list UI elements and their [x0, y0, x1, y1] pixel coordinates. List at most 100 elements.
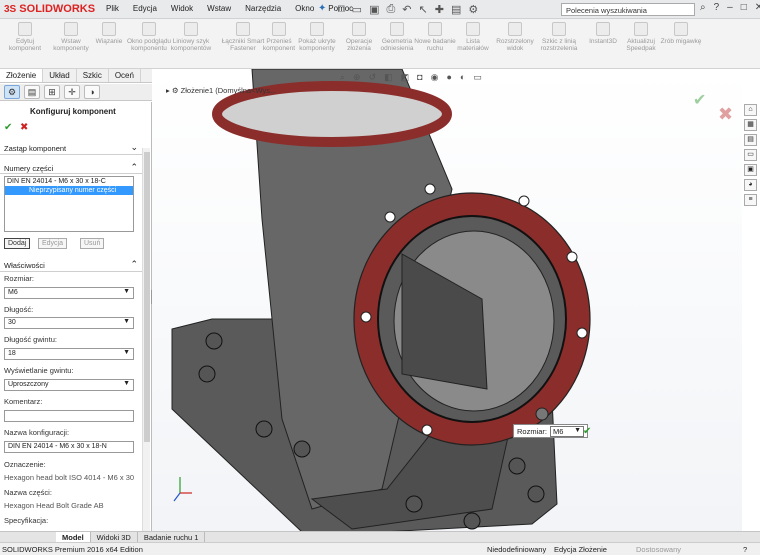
- open-icon[interactable]: ▭: [352, 3, 362, 16]
- section-view-icon[interactable]: ◧: [384, 72, 393, 83]
- menu-window[interactable]: Okno: [295, 4, 314, 13]
- appearances-icon[interactable]: ◕: [744, 179, 757, 191]
- zoom-area-icon[interactable]: ⊕: [353, 72, 361, 83]
- display-manager-icon[interactable]: ◑: [84, 85, 100, 99]
- replace-component-section[interactable]: Zastąp komponent ⌄: [0, 142, 142, 155]
- options-icon[interactable]: ⚙: [468, 3, 478, 16]
- pin-icon[interactable]: ✦: [318, 3, 326, 14]
- close-icon[interactable]: ✕: [755, 2, 760, 13]
- ribbon-button[interactable]: Pokaż ukryte komponenty: [294, 22, 340, 52]
- ribbon-button[interactable]: Okno podglądu komponentu: [126, 22, 172, 52]
- list-item-selected[interactable]: Nieprzypisany numer części: [5, 186, 133, 195]
- menu-edit[interactable]: Edycja: [133, 4, 157, 13]
- ribbon-command-icon: [428, 22, 442, 36]
- custom-properties-icon[interactable]: ≡: [744, 194, 757, 206]
- tab-evaluate[interactable]: Oceń: [109, 69, 141, 82]
- length-label: Długość:: [4, 305, 34, 314]
- configuration-manager-icon[interactable]: ⊞: [44, 85, 60, 99]
- scene-icon[interactable]: ◐: [460, 72, 465, 83]
- menu-file[interactable]: Plik: [106, 4, 119, 13]
- menu-view[interactable]: Widok: [171, 4, 193, 13]
- rebuild-icon[interactable]: ✚: [435, 3, 444, 16]
- comment-input[interactable]: [4, 410, 134, 422]
- ribbon-button-label: Instant3D: [589, 38, 617, 45]
- view-settings-icon[interactable]: ▭: [473, 72, 482, 83]
- confirm-corner-cancel-icon[interactable]: ✖: [718, 104, 733, 125]
- view-palette-icon[interactable]: ▣: [744, 164, 757, 176]
- tab-assembly[interactable]: Złożenie: [0, 69, 44, 82]
- properties-section[interactable]: Właściwości ⌃: [0, 259, 142, 272]
- quick-access-toolbar: □ ▭ ▣ ⎙ ↶ ↖ ✚ ▤ ⚙: [338, 3, 478, 16]
- title-bar: 3S SOLIDWORKS Plik Edycja Widok Wstaw Na…: [0, 0, 760, 19]
- delete-button[interactable]: Usuń: [80, 238, 105, 249]
- feature-manager-icon[interactable]: ⚙: [4, 85, 20, 99]
- scrollbar-thumb[interactable]: [144, 152, 150, 442]
- part-numbers-section[interactable]: Numery części ⌃: [0, 162, 142, 174]
- zoom-to-fit-icon[interactable]: ⌕: [340, 72, 345, 83]
- menu-insert[interactable]: Wstaw: [207, 4, 231, 13]
- tab-motion-study[interactable]: Badanie ruchu 1: [138, 532, 206, 542]
- list-item[interactable]: DIN EN 24014 - M6 x 30 x 18-C: [5, 177, 133, 186]
- home-icon[interactable]: ⌂: [744, 104, 757, 116]
- search-input[interactable]: Polecenia wyszukiwania: [561, 3, 695, 16]
- select-icon[interactable]: ↖: [419, 3, 428, 16]
- thread-display-dropdown[interactable]: Uproszczony ▼: [4, 379, 134, 391]
- tab-model[interactable]: Model: [56, 532, 91, 542]
- file-properties-icon[interactable]: ▤: [451, 3, 461, 16]
- display-style-icon[interactable]: ◘: [417, 72, 422, 83]
- new-icon[interactable]: □: [338, 3, 345, 16]
- ribbon-button[interactable]: Liniowy szyk komponentów: [168, 22, 214, 52]
- search-icon[interactable]: ⌕: [700, 2, 706, 13]
- feature-tree-flyout[interactable]: ▸ ⚙ Złożenie1 (Domyślna<Wys...: [166, 86, 276, 95]
- ribbon-button[interactable]: Edytuj komponent: [2, 22, 48, 52]
- callout-ok-icon[interactable]: ✔: [583, 426, 591, 437]
- edit-button[interactable]: Edycja: [38, 238, 68, 249]
- appearance-icon[interactable]: ●: [446, 72, 451, 83]
- help-icon[interactable]: ?: [743, 545, 747, 554]
- comment-label: Komentarz:: [4, 397, 43, 406]
- design-library-icon[interactable]: ▤: [744, 134, 757, 146]
- file-explorer-icon[interactable]: ▭: [744, 149, 757, 161]
- solidworks-logo[interactable]: 3S SOLIDWORKS: [4, 3, 95, 15]
- ribbon-button[interactable]: Szkic z linią rozstrzelenia: [536, 22, 582, 52]
- menu-tools[interactable]: Narzędzia: [245, 4, 281, 13]
- minimize-icon[interactable]: –: [727, 2, 733, 13]
- help-icon[interactable]: ?: [714, 2, 720, 13]
- property-manager-icon[interactable]: ▤: [24, 85, 40, 99]
- dimxpert-icon[interactable]: ✛: [64, 85, 80, 99]
- dropdown-arrow-icon: ▼: [123, 318, 130, 325]
- add-button[interactable]: Dodaj: [4, 238, 31, 249]
- length-dropdown[interactable]: 30 ▼: [4, 317, 134, 329]
- hide-show-icon[interactable]: ◉: [431, 72, 439, 83]
- ribbon-command-icon: [142, 22, 156, 36]
- resources-icon[interactable]: ▦: [744, 119, 757, 131]
- save-icon[interactable]: ▣: [369, 3, 379, 16]
- config-name-input[interactable]: DIN EN 24014 - M6 x 30 x 18-N: [4, 441, 134, 453]
- view-orientation-icon[interactable]: ◩: [401, 72, 410, 83]
- tab-3d-views[interactable]: Widoki 3D: [91, 532, 138, 542]
- thread-length-dropdown[interactable]: 18 ▼: [4, 348, 134, 360]
- confirm-corner-ok-icon[interactable]: ✔: [693, 90, 706, 110]
- print-icon[interactable]: ⎙: [386, 3, 395, 16]
- units-selector[interactable]: Dostosowany: [636, 545, 681, 554]
- ribbon-button-label: Pokaż ukryte komponenty: [298, 38, 336, 52]
- graphics-area[interactable]: [152, 69, 742, 532]
- ribbon-button[interactable]: Zrób migawkę: [658, 22, 704, 45]
- tab-sketch[interactable]: Szkic: [77, 69, 109, 82]
- cancel-icon[interactable]: ✖: [20, 122, 28, 133]
- ok-icon[interactable]: ✔: [4, 122, 12, 133]
- undo-icon[interactable]: ↶: [402, 3, 411, 16]
- ribbon-button-label: Szkic z linią rozstrzelenia: [540, 38, 578, 52]
- placed-bolt[interactable]: [535, 407, 549, 421]
- size-dropdown[interactable]: M6 ▼: [4, 287, 134, 299]
- ribbon-command-icon: [466, 22, 480, 36]
- tab-layout[interactable]: Układ: [43, 69, 77, 82]
- ribbon-button[interactable]: Lista materiałów: [450, 22, 496, 52]
- panel-scrollbar[interactable]: [142, 148, 150, 532]
- base-bolt: [198, 365, 216, 383]
- maximize-icon[interactable]: □: [741, 2, 747, 13]
- previous-view-icon[interactable]: ↺: [369, 72, 377, 83]
- part-number-list: DIN EN 24014 - M6 x 30 x 18-C Nieprzypis…: [4, 176, 134, 232]
- ribbon-button[interactable]: Rozstrzelony widok: [492, 22, 538, 52]
- callout-size-dropdown[interactable]: M6 ▼: [550, 425, 585, 437]
